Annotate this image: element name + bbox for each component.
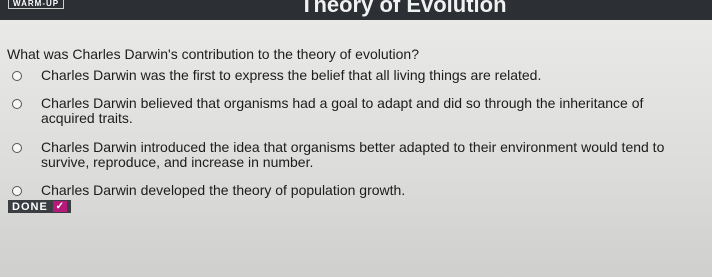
- answer-option-label: Charles Darwin developed the theory of p…: [41, 182, 406, 198]
- answer-option-3[interactable]: Charles Darwin introduced the idea that …: [8, 140, 698, 174]
- answer-option-2[interactable]: Charles Darwin believed that organisms h…: [8, 96, 698, 130]
- checkmark-icon: ✓: [52, 201, 67, 212]
- radio-button-icon[interactable]: [12, 143, 22, 153]
- radio-button-icon[interactable]: [12, 186, 22, 196]
- lesson-header-bar: WARM-UP Theory of Evolution: [0, 0, 712, 20]
- answer-option-label: Charles Darwin believed that organisms h…: [41, 95, 644, 126]
- done-button-label: DONE: [12, 200, 48, 213]
- warmup-badge: WARM-UP: [8, 0, 65, 9]
- radio-button-icon[interactable]: [12, 99, 22, 109]
- answer-option-label: Charles Darwin introduced the idea that …: [41, 139, 665, 170]
- question-text: What was Charles Darwin's contribution t…: [7, 46, 419, 62]
- answer-option-4[interactable]: Charles Darwin developed the theory of p…: [8, 183, 698, 201]
- answer-option-1[interactable]: Charles Darwin was the first to express …: [8, 68, 698, 86]
- answer-option-label: Charles Darwin was the first to express …: [41, 67, 542, 83]
- done-button[interactable]: DONE ✓: [8, 200, 71, 213]
- lesson-title: Theory of Evolution: [300, 0, 507, 17]
- radio-button-icon[interactable]: [12, 71, 22, 81]
